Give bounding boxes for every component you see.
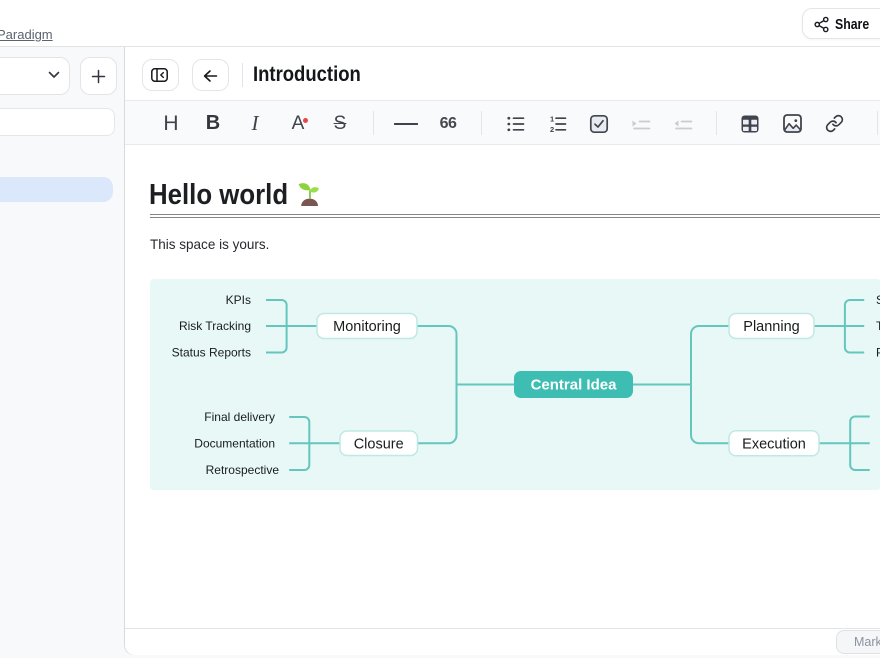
svg-text:Retrospective: Retrospective — [206, 463, 280, 477]
svg-text:Monitoring: Monitoring — [333, 319, 401, 335]
svg-text:1: 1 — [550, 115, 554, 124]
svg-text:Closure: Closure — [354, 436, 404, 452]
svg-text:Execution: Execution — [742, 436, 806, 452]
svg-text:Planning: Planning — [743, 319, 799, 335]
svg-text:KPIs: KPIs — [226, 293, 251, 307]
svg-text:2: 2 — [550, 125, 554, 133]
svg-text:Timeline: Timeline — [876, 319, 880, 333]
svg-text:Risk Tracking: Risk Tracking — [179, 319, 251, 333]
svg-text:Final delivery: Final delivery — [204, 410, 275, 424]
svg-text:Scope: Scope — [876, 293, 880, 307]
svg-text:Status Reports: Status Reports — [172, 346, 251, 360]
svg-text:Central Idea: Central Idea — [531, 377, 618, 394]
svg-text:Documentation: Documentation — [194, 436, 275, 450]
svg-text:Phases: Phases — [876, 346, 880, 360]
